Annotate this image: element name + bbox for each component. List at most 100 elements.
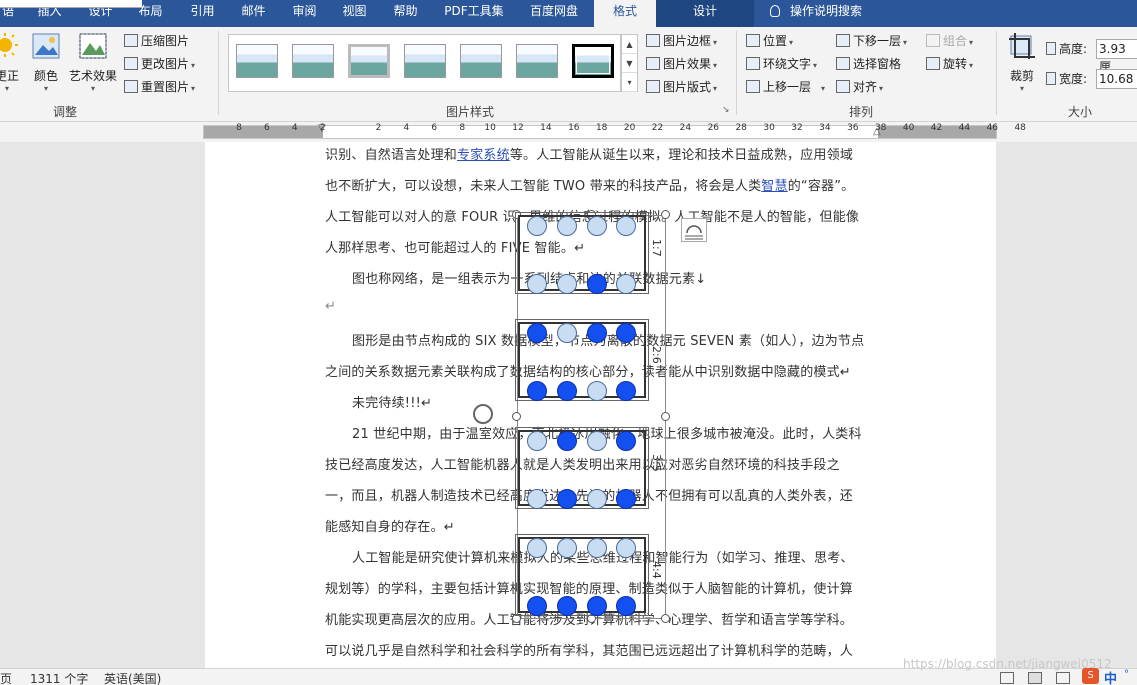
tab-review[interactable]: 审阅 (282, 0, 327, 27)
chevron-up-icon[interactable]: ▲ (622, 35, 637, 54)
picture-border-button[interactable]: 图片边框 ▾ (646, 31, 717, 51)
chevron-down-icon: ▾ (191, 61, 196, 70)
position-label: 位置 (763, 34, 788, 48)
ruler-number: 30 (763, 123, 775, 133)
bring-forward-button[interactable]: 上移一层 ▾ (746, 77, 825, 97)
page-indicator[interactable]: 页 (0, 670, 12, 685)
ruler-number: 4 (403, 123, 410, 133)
ime-indicator[interactable]: S 中 ° (1082, 668, 1137, 685)
picture-style-thumbnail-selected[interactable] (572, 44, 614, 78)
circle-light (616, 538, 636, 558)
dialog-launcher-icon[interactable]: ↘ (722, 105, 730, 115)
layout-options-icon[interactable] (681, 218, 707, 242)
tab-baidu-netdisk[interactable]: 百度网盘 (520, 0, 588, 27)
gallery-more-icon[interactable]: ▾ (622, 73, 637, 92)
picture-styles-gallery[interactable] (228, 34, 621, 92)
picture-effects-button[interactable]: 图片效果 ▾ (646, 54, 717, 74)
rotate-button[interactable]: 旋转 ▾ (926, 54, 973, 74)
resize-handle[interactable] (661, 412, 670, 421)
picture-style-thumbnail[interactable] (348, 44, 390, 78)
circle-dark (527, 381, 547, 401)
send-backward-button[interactable]: 下移一层 ▾ (836, 31, 907, 51)
width-input[interactable]: 10.68 (1096, 69, 1137, 89)
align-button[interactable]: 对齐 ▾ (836, 77, 883, 97)
ratio-label: 4:4 (650, 561, 663, 579)
ruler-number: 6 (431, 123, 438, 133)
ruler-number: 32 (791, 123, 803, 133)
hyperlink[interactable]: 专家系统 (457, 148, 510, 163)
tab-context-design[interactable]: 设计 (656, 0, 754, 27)
chevron-down-icon[interactable]: ▼ (622, 54, 637, 73)
width-label-row: 宽度: (1046, 69, 1087, 89)
picture-style-thumbnail[interactable] (404, 44, 446, 78)
resize-handle[interactable] (512, 614, 521, 623)
ruler-number: 44 (958, 123, 971, 133)
ruler-number: 12 (512, 123, 524, 133)
chevron-down-icon: ▾ (4, 84, 9, 93)
indent-marker-icon[interactable]: ▽ (318, 123, 326, 134)
crop-label: 裁剪 (1009, 69, 1034, 83)
gallery-scroll[interactable]: ▲ ▼ ▾ (621, 34, 638, 92)
artistic-effects-label: 艺术效果 (68, 69, 117, 83)
corrections-button[interactable]: 更正 ▾ (0, 31, 20, 93)
position-button[interactable]: 位置 ▾ (746, 31, 793, 51)
align-icon (836, 80, 850, 93)
circle-light (527, 538, 547, 558)
rotate-handle-icon[interactable] (473, 404, 493, 424)
tab-help[interactable]: 帮助 (383, 0, 428, 27)
tab-references[interactable]: 引用 (180, 0, 225, 27)
language-indicator[interactable]: 英语(美国) (104, 670, 161, 685)
chevron-down-icon: ▾ (821, 84, 826, 93)
height-input[interactable]: 3.93 厘 (1096, 39, 1137, 74)
web-layout-icon[interactable] (1056, 672, 1070, 684)
chevron-down-icon: ▾ (969, 38, 974, 47)
color-button[interactable]: 颜色 ▾ (28, 31, 64, 93)
hyperlink[interactable]: 智慧 (761, 179, 787, 194)
reset-picture-button[interactable]: 重置图片 ▾ (124, 77, 195, 97)
print-layout-icon[interactable] (1028, 672, 1042, 684)
artistic-effects-button[interactable]: 艺术效果 ▾ (66, 31, 120, 93)
chevron-down-icon: ▾ (90, 84, 95, 93)
send-backward-label: 下移一层 (853, 34, 902, 48)
tell-me-search[interactable]: 操作说明搜索 (770, 0, 862, 27)
picture-layout-button[interactable]: 图片版式 ▾ (646, 77, 717, 97)
tab-format[interactable]: 格式 (594, 0, 656, 27)
ruler-number: 34 (819, 123, 831, 133)
picture-style-thumbnail[interactable] (236, 44, 278, 78)
selection-pane-button[interactable]: 选择窗格 (836, 54, 901, 74)
right-indent-marker-icon[interactable]: △ (873, 126, 881, 137)
tab-mailings[interactable]: 邮件 (231, 0, 276, 27)
compress-pictures-button[interactable]: 压缩图片 (124, 31, 189, 51)
crop-button[interactable]: 裁剪 ▾ (1004, 31, 1040, 93)
circle-dark (527, 323, 547, 343)
picture-style-thumbnail[interactable] (460, 44, 502, 78)
ruler-number: 36 (847, 123, 859, 133)
chevron-down-icon: ▾ (789, 38, 794, 47)
tab-pdf-tools[interactable]: PDF工具集 (437, 0, 511, 27)
group-separator (736, 31, 737, 115)
picture-effects-label: 图片效果 (663, 57, 712, 71)
read-mode-icon[interactable] (1000, 672, 1014, 684)
picture-layout-icon (646, 80, 660, 93)
picture-style-thumbnail[interactable] (516, 44, 558, 78)
change-picture-button[interactable]: 更改图片 ▾ (124, 54, 195, 74)
picture-style-thumbnail[interactable] (292, 44, 334, 78)
resize-handle[interactable] (512, 412, 521, 421)
chevron-down-icon: ▾ (191, 84, 196, 93)
tab-view[interactable]: 视图 (332, 0, 377, 27)
group-objects-icon (926, 34, 940, 47)
change-picture-label: 更改图片 (141, 57, 190, 71)
resize-handle[interactable] (661, 614, 670, 623)
circle-dark (557, 596, 577, 616)
wrap-text-label: 环绕文字 (763, 57, 812, 71)
circle-dark (557, 489, 577, 509)
height-label: 高度: (1059, 42, 1088, 56)
resize-handle[interactable] (661, 210, 670, 219)
horizontal-ruler: 8 6 4 2 2 4 6 8 10 12 14 16 18 20 22 24 26 28 30 32 34 36 38 40… (0, 122, 1137, 142)
group-objects-button[interactable]: 组合 ▾ (926, 31, 973, 51)
word-count[interactable]: 1311 个字 (30, 670, 88, 685)
wrap-text-button[interactable]: 环绕文字 ▾ (746, 54, 817, 74)
height-icon (1046, 42, 1056, 55)
picture-color-icon (32, 33, 60, 59)
circle-dark (616, 381, 636, 401)
